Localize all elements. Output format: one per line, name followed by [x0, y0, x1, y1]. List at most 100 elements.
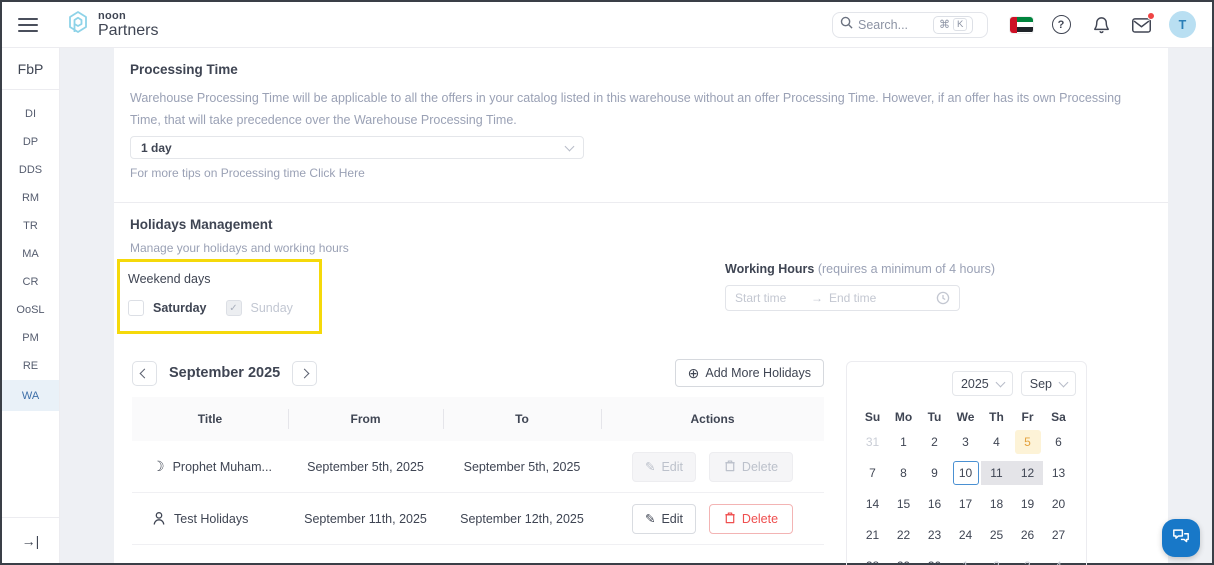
calendar-day-range[interactable]: 11	[981, 461, 1012, 485]
calendar-day[interactable]: 20	[1046, 492, 1072, 516]
working-hours-group: Working Hours (requires a minimum of 4 h…	[725, 262, 995, 311]
notifications-bell-icon[interactable]	[1089, 13, 1113, 37]
next-month-button[interactable]	[292, 361, 317, 386]
calendar-day[interactable]: 14	[860, 492, 886, 516]
calendar-day[interactable]: 8	[891, 461, 917, 485]
column-header-from: From	[288, 397, 443, 441]
hamburger-menu-icon[interactable]	[18, 14, 38, 36]
weekday-label: Mo	[888, 410, 919, 424]
sidebar-item-re[interactable]: RE	[2, 352, 59, 380]
calendar-day[interactable]: 13	[1046, 461, 1072, 485]
saturday-checkbox[interactable]	[128, 300, 144, 316]
calendar-day[interactable]: 18	[984, 492, 1010, 516]
current-month-label: September 2025	[169, 365, 280, 381]
calendar-day[interactable]: 3	[953, 430, 979, 454]
search-box[interactable]: ⌘K	[832, 12, 988, 38]
holidays-management-subtitle: Manage your holidays and working hours	[130, 241, 1148, 255]
sidebar-item-ma[interactable]: MA	[2, 240, 59, 268]
table-row: Test HolidaysSeptember 11th, 2025Septemb…	[132, 493, 824, 545]
calendar-day-range[interactable]: 12	[1012, 461, 1043, 485]
topbar: noon Partners ⌘K ?	[2, 2, 1212, 48]
noon-partners-logo[interactable]: noon Partners	[66, 8, 158, 42]
sidebar-item-dp[interactable]: DP	[2, 128, 59, 156]
sidebar-item-rm[interactable]: RM	[2, 184, 59, 212]
calendar-day-outside[interactable]: 31	[860, 430, 886, 454]
calendar-day[interactable]: 7	[860, 461, 886, 485]
calendar-day[interactable]: 1	[891, 430, 917, 454]
calendar-day-holiday[interactable]: 5	[1015, 430, 1041, 454]
mini-calendar: 2025 Sep SuMoTuWeThFrSa 3112345678910111…	[846, 361, 1087, 565]
edit-button[interactable]: ✎Edit	[632, 504, 696, 534]
calendar-day-outside[interactable]: 3	[1015, 554, 1041, 565]
pencil-icon: ✎	[645, 511, 655, 526]
calendar-day[interactable]: 27	[1046, 523, 1072, 547]
calendar-day[interactable]: 15	[891, 492, 917, 516]
user-avatar[interactable]: T	[1169, 11, 1196, 38]
calendar-day[interactable]: 23	[922, 523, 948, 547]
calendar-day[interactable]: 4	[984, 430, 1010, 454]
chat-launcher-button[interactable]	[1162, 519, 1200, 557]
calendar-day-today[interactable]: 10	[953, 461, 979, 485]
chevron-down-icon	[995, 377, 1005, 387]
calendar-day[interactable]: 17	[953, 492, 979, 516]
sidebar-item-dds[interactable]: DDS	[2, 156, 59, 184]
sidebar-brand-fbp[interactable]: FbP	[2, 48, 59, 90]
sidebar-item-tr[interactable]: TR	[2, 212, 59, 240]
calendar-day[interactable]: 29	[891, 554, 917, 565]
calendar-day[interactable]: 16	[922, 492, 948, 516]
calendar-month-select[interactable]: Sep	[1021, 371, 1076, 396]
calendar-day-outside[interactable]: 1	[953, 554, 979, 565]
processing-time-section: Processing Time Warehouse Processing Tim…	[114, 48, 1168, 203]
help-icon[interactable]: ?	[1049, 13, 1073, 37]
weekend-days-highlight-box: Weekend days Saturday ✓ Sunday	[117, 259, 322, 334]
calendar-day[interactable]: 21	[860, 523, 886, 547]
end-time-input[interactable]	[829, 291, 899, 305]
sidebar-item-cr[interactable]: CR	[2, 268, 59, 296]
sidebar-item-wa[interactable]: WA	[2, 380, 59, 411]
column-header-title: Title	[132, 397, 288, 441]
search-shortcut-badge: ⌘K	[933, 16, 973, 34]
sidebar-item-pm[interactable]: PM	[2, 324, 59, 352]
weekday-label: Su	[857, 410, 888, 424]
calendar-day[interactable]: 22	[891, 523, 917, 547]
delete-button[interactable]: Delete	[709, 504, 793, 534]
calendar-day[interactable]: 24	[953, 523, 979, 547]
pencil-icon: ✎	[645, 459, 655, 474]
calendar-day[interactable]: 19	[1015, 492, 1041, 516]
trash-icon	[724, 511, 736, 527]
calendar-day-outside[interactable]: 2	[984, 554, 1010, 565]
calendar-day[interactable]: 26	[1015, 523, 1041, 547]
calendar-year-select[interactable]: 2025	[952, 371, 1013, 396]
processing-time-select[interactable]: 1 day	[130, 136, 584, 159]
calendar-day[interactable]: 9	[922, 461, 948, 485]
unread-badge	[1147, 12, 1155, 20]
working-hours-range-input[interactable]: →	[725, 285, 960, 311]
calendar-day[interactable]: 2	[922, 430, 948, 454]
messages-mail-icon[interactable]	[1129, 13, 1153, 37]
sidebar-collapse-toggle[interactable]: →|	[2, 517, 59, 563]
calendar-day[interactable]: 6	[1046, 430, 1072, 454]
holidays-management-title: Holidays Management	[130, 217, 1148, 232]
table-row: ☽Prophet Muham...September 5th, 2025Sept…	[132, 441, 824, 493]
click-here-link[interactable]: Click Here	[309, 166, 364, 180]
country-flag-uae[interactable]	[1010, 17, 1033, 33]
calendar-day-outside[interactable]: 4	[1046, 554, 1072, 565]
start-time-input[interactable]	[735, 291, 805, 305]
sunday-checkbox[interactable]: ✓	[226, 300, 242, 316]
chevron-down-icon	[565, 141, 575, 151]
sidebar-item-oosl[interactable]: OoSL	[2, 296, 59, 324]
holiday-table-body: ☽Prophet Muham...September 5th, 2025Sept…	[132, 441, 824, 545]
previous-month-button[interactable]	[132, 361, 157, 386]
sidebar-item-di[interactable]: DI	[2, 100, 59, 128]
processing-time-tip: For more tips on Processing time Click H…	[130, 166, 1148, 180]
calendar-day[interactable]: 25	[984, 523, 1010, 547]
noon-logo-icon	[66, 8, 91, 42]
add-more-holidays-button[interactable]: ⊕ Add More Holidays	[675, 359, 824, 387]
search-input[interactable]	[858, 18, 928, 32]
weekday-label: We	[950, 410, 981, 424]
holidays-content-row: September 2025 ⊕ Add More Holidays Title…	[114, 335, 1168, 565]
weekday-label: Th	[981, 410, 1012, 424]
weekend-days-label: Weekend days	[128, 272, 303, 286]
calendar-day[interactable]: 28	[860, 554, 886, 565]
calendar-day[interactable]: 30	[922, 554, 948, 565]
